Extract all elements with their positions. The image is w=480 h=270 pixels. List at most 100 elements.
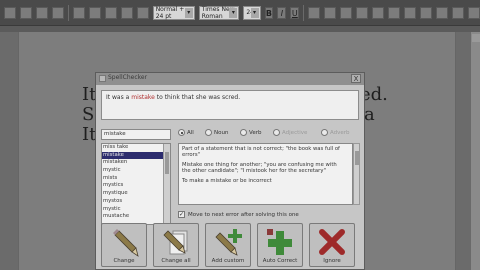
align-right-icon[interactable] xyxy=(340,6,352,19)
radio-icon xyxy=(321,129,328,136)
save-icon[interactable] xyxy=(36,6,48,19)
auto-correct-label: Auto Correct xyxy=(262,258,298,264)
change-all-label: Change all xyxy=(161,258,191,264)
filter-adverb-radio: Adverb xyxy=(321,129,350,136)
redo-icon[interactable] xyxy=(136,6,149,19)
radio-icon xyxy=(240,129,247,136)
ignore-button[interactable]: Ignore xyxy=(309,223,355,267)
suggestion-item[interactable]: mustache xyxy=(102,213,164,221)
move-next-checkbox[interactable]: ✓ Move to next error after solving this … xyxy=(178,210,299,219)
open-folder-icon[interactable] xyxy=(20,6,32,19)
checkbox-checked-icon: ✓ xyxy=(178,211,185,218)
font-size-dropdown[interactable]: 24 ▾ xyxy=(243,5,261,20)
ignore-label: Ignore xyxy=(323,258,341,264)
filter-adjective-radio: Adjective xyxy=(273,129,307,136)
highlight-icon[interactable] xyxy=(452,6,464,19)
chevron-down-icon: ▾ xyxy=(229,7,238,18)
formatting-toolbar: Normal + 24 pt ▾ Times New Roman ▾ 24 ▾ … xyxy=(0,0,480,26)
dialog-title: SpellChecker xyxy=(108,74,148,81)
radio-icon xyxy=(273,129,280,136)
filter-label: Adverb xyxy=(330,129,350,136)
cut-icon[interactable] xyxy=(72,6,85,19)
bold-button[interactable]: B xyxy=(264,6,274,19)
definition-text: Mistake one thing for another; "you are … xyxy=(182,161,337,175)
font-color-icon[interactable] xyxy=(468,6,480,19)
word-processor-window: Normal + 24 pt ▾ Times New Roman ▾ 24 ▾ … xyxy=(0,0,480,270)
add-custom-button[interactable]: Add custom xyxy=(205,223,251,267)
app-icon xyxy=(99,75,106,82)
scroll-up-arrow[interactable] xyxy=(472,34,480,42)
filter-label: Adjective xyxy=(282,129,308,136)
align-center-icon[interactable] xyxy=(324,6,336,19)
chevron-down-icon: ▾ xyxy=(184,7,193,18)
pencil-pages-icon xyxy=(163,230,188,255)
italic-button[interactable]: I xyxy=(277,6,287,19)
sentence-after: to think that she was scred. xyxy=(154,94,241,101)
copy-icon[interactable] xyxy=(88,6,101,19)
filter-label: Verb xyxy=(249,129,262,136)
move-next-label: Move to next error after solving this on… xyxy=(188,211,299,218)
sentence-context: It was a mistake to think that she was s… xyxy=(101,90,359,120)
dialog-title-bar[interactable]: SpellChecker X xyxy=(96,73,364,85)
toolbar-divider xyxy=(68,4,69,21)
chevron-down-icon: ▾ xyxy=(250,7,259,18)
undo-icon[interactable] xyxy=(120,6,133,19)
suggestions-scrollbar[interactable] xyxy=(163,144,170,224)
change-label: Change xyxy=(113,258,135,264)
underline-button[interactable]: U xyxy=(290,6,300,19)
justify-icon[interactable] xyxy=(356,6,368,19)
vertical-scrollbar[interactable] xyxy=(470,32,480,270)
suggestion-item[interactable]: mystics xyxy=(102,182,164,190)
filter-label: All xyxy=(187,129,194,136)
pencil-plus-icon xyxy=(215,229,242,256)
change-button[interactable]: Change xyxy=(101,223,147,267)
suggestion-item[interactable]: mystic xyxy=(102,167,164,175)
style-dropdown[interactable]: Normal + 24 pt ▾ xyxy=(152,5,195,20)
scrollbar-thumb[interactable] xyxy=(165,152,169,174)
outdent-icon[interactable] xyxy=(404,6,416,19)
error-word[interactable]: mistake xyxy=(131,94,155,101)
suggestion-item[interactable]: mists xyxy=(102,175,164,183)
indent-icon[interactable] xyxy=(420,6,432,19)
bullet-list-icon[interactable] xyxy=(388,6,400,19)
font-dropdown[interactable]: Times New Roman ▾ xyxy=(198,5,240,20)
document-text: S xyxy=(82,104,95,125)
suggestions-list[interactable]: miss take mistake mistaken mystic mists … xyxy=(101,143,171,225)
suggestion-item[interactable]: mystic xyxy=(102,206,164,214)
definition-scrollbar[interactable] xyxy=(353,143,360,205)
plus-icon xyxy=(267,229,292,255)
pencil-icon xyxy=(113,229,139,257)
scrollbar-thumb[interactable] xyxy=(355,151,359,165)
toolbar-divider xyxy=(303,4,304,21)
border-icon[interactable] xyxy=(436,6,448,19)
close-button[interactable]: X xyxy=(351,74,361,83)
replacement-word-input[interactable]: mistake xyxy=(101,129,171,140)
radio-icon xyxy=(205,129,212,136)
paste-icon[interactable] xyxy=(104,6,117,19)
filter-label: Noun xyxy=(214,129,229,136)
suggestion-item-selected[interactable]: mistake xyxy=(102,151,164,160)
numbered-list-icon[interactable] xyxy=(372,6,384,19)
filter-verb-radio[interactable]: Verb xyxy=(240,129,261,136)
print-icon[interactable] xyxy=(52,6,64,19)
align-left-icon[interactable] xyxy=(308,6,320,19)
change-all-button[interactable]: Change all xyxy=(153,223,199,267)
definition-panel: Part of a statement that is not correct;… xyxy=(178,143,353,205)
definition-text: To make a mistake or be incorrect xyxy=(182,177,272,184)
word-type-filter: All Noun Verb Adjective Adverb xyxy=(178,129,363,140)
add-custom-label: Add custom xyxy=(211,258,245,264)
auto-correct-button[interactable]: Auto Correct xyxy=(257,223,303,267)
suggestion-item[interactable]: miss take xyxy=(102,144,164,152)
document-text: a xyxy=(364,104,375,125)
red-x-icon xyxy=(319,229,345,255)
spellchecker-dialog: SpellChecker X It was a mistake to think… xyxy=(95,72,365,270)
new-document-icon[interactable] xyxy=(4,6,16,19)
filter-noun-radio[interactable]: Noun xyxy=(205,129,228,136)
definition-text: Part of a statement that is not correct;… xyxy=(182,146,340,159)
filter-all-radio[interactable]: All xyxy=(178,129,194,136)
suggestion-item[interactable]: mistaken xyxy=(102,159,164,167)
radio-selected-icon xyxy=(178,129,185,136)
sentence-before: It was a xyxy=(106,94,132,101)
suggestion-item[interactable]: mystos xyxy=(102,198,164,206)
suggestion-item[interactable]: mystique xyxy=(102,190,164,198)
